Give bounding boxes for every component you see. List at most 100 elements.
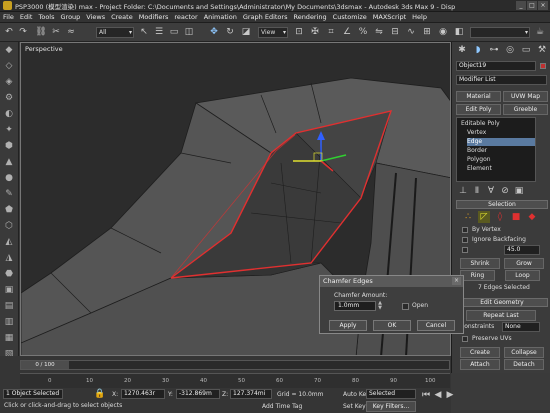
edge-mode-icon[interactable]: ◸ [478,211,490,223]
tool-icon-15[interactable]: ⬣ [3,268,15,280]
key-filters-button[interactable]: Key Filters... [366,401,416,412]
ignore-backfacing-checkbox[interactable] [462,237,468,243]
link-icon[interactable]: ⛓ [35,26,47,38]
menu-modifiers[interactable]: Modifiers [139,13,169,21]
repeat-last-button[interactable]: Repeat Last [466,310,536,321]
tool-icon-10[interactable]: ✎ [3,188,15,200]
render-setup-icon[interactable]: ◧ [453,26,465,38]
menu-graph-editors[interactable]: Graph Editors [243,13,288,21]
align-icon[interactable]: ⊟ [389,26,401,38]
menu-animation[interactable]: Animation [204,13,237,21]
modifier-stack[interactable]: Editable Poly Vertex Edge Border Polygon… [456,117,536,182]
tool-icon-1[interactable]: ◆ [3,44,15,56]
selection-filter-dropdown[interactable]: All [96,27,134,38]
stack-item-polygon[interactable]: Polygon [467,156,535,164]
ring-button[interactable]: Ring [460,270,495,281]
reference-coordinate-dropdown[interactable]: View [258,27,288,38]
create-tab-icon[interactable]: ✱ [456,44,468,56]
menu-tools[interactable]: Tools [38,13,54,21]
configure-modifier-sets-icon[interactable]: ▣ [513,185,525,197]
display-tab-icon[interactable]: ▭ [520,44,532,56]
element-mode-icon[interactable]: ◆ [526,211,538,223]
material-editor-icon[interactable]: ◉ [437,26,449,38]
tool-icon-5[interactable]: ◐ [3,108,15,120]
object-name-field[interactable]: Object19 [456,61,536,71]
polygon-mode-icon[interactable]: ■ [510,211,522,223]
go-to-start-icon[interactable]: ⏮ [420,389,432,401]
time-slider-thumb[interactable]: 0 / 100 [21,361,69,369]
stack-item-edge[interactable]: Edge [467,138,535,146]
show-end-result-icon[interactable]: Ⅱ [471,185,483,197]
by-angle-checkbox[interactable] [462,247,468,253]
tool-icon-2[interactable]: ◇ [3,60,15,72]
modifier-list-dropdown[interactable]: Modifier List [456,75,547,85]
tool-icon-13[interactable]: ◭ [3,236,15,248]
pin-stack-icon[interactable]: ⊥ [457,185,469,197]
menu-views[interactable]: Views [86,13,105,21]
curve-editor-icon[interactable]: ∿ [405,26,417,38]
open-checkbox[interactable] [402,303,409,310]
dialog-close-button[interactable]: × [452,277,461,285]
menu-customize[interactable]: Customize [333,13,367,21]
constraints-dropdown[interactable]: None [502,322,540,332]
menu-group[interactable]: Group [61,13,81,21]
lock-selection-icon[interactable]: 🔒 [94,388,106,400]
loop-button[interactable]: Loop [505,270,540,281]
tool-icon-6[interactable]: ✦ [3,124,15,136]
window-crossing-icon[interactable]: ◫ [183,26,195,38]
tool-icon-7[interactable]: ⬢ [3,140,15,152]
menu-help[interactable]: Help [412,13,427,21]
remove-modifier-icon[interactable]: ⊘ [499,185,511,197]
uvw-map-button[interactable]: UVW Map [503,91,548,102]
select-object-icon[interactable]: ↖ [138,26,150,38]
create-button[interactable]: Create [460,347,500,358]
quick-render-icon[interactable]: ☕ [534,26,546,38]
hierarchy-tab-icon[interactable]: ⊶ [488,44,500,56]
utilities-tab-icon[interactable]: ⚒ [536,44,548,56]
edit-poly-button[interactable]: Edit Poly [456,104,501,115]
tool-icon-17[interactable]: ▤ [3,300,15,312]
previous-frame-icon[interactable]: ◀ [432,389,444,401]
vertex-mode-icon[interactable]: ∴ [462,211,474,223]
shrink-button[interactable]: Shrink [460,258,500,269]
tool-icon-4[interactable]: ⚙ [3,92,15,104]
tool-icon-16[interactable]: ▣ [3,284,15,296]
selection-rollout-header[interactable]: Selection [456,200,548,209]
object-color-swatch[interactable] [540,63,546,69]
snaps-toggle-icon[interactable]: ⌗ [325,26,337,38]
rotate-icon[interactable]: ↻ [224,26,236,38]
bind-spacewarp-icon[interactable]: ≈ [65,26,77,38]
selection-region-icon[interactable]: ▭ [168,26,180,38]
grow-button[interactable]: Grow [504,258,544,269]
menu-maxscript[interactable]: MAXScript [373,13,406,21]
preserve-uvs-checkbox[interactable] [462,336,468,342]
menu-rendering[interactable]: Rendering [293,13,326,21]
by-vertex-checkbox[interactable] [462,227,468,233]
apply-button[interactable]: Apply [329,320,367,331]
scale-icon[interactable]: ◪ [240,26,252,38]
border-mode-icon[interactable]: ◊ [494,211,506,223]
percent-snap-icon[interactable]: % [357,26,369,38]
viewport-label[interactable]: Perspective [25,45,63,53]
z-coord-field[interactable]: 127.374mi [230,389,272,399]
tool-icon-14[interactable]: ◮ [3,252,15,264]
tool-icon-19[interactable]: ▦ [3,332,15,344]
cancel-button[interactable]: Cancel [417,320,455,331]
tool-icon-12[interactable]: ⬡ [3,220,15,232]
play-icon[interactable]: ▶ [444,389,456,401]
collapse-button[interactable]: Collapse [504,347,544,358]
auto-key-selected-dropdown[interactable]: Selected [366,389,416,399]
add-time-tag[interactable]: Add Time Tag [262,403,302,410]
stack-item-vertex[interactable]: Vertex [467,129,535,137]
tool-icon-18[interactable]: ▥ [3,316,15,328]
ok-button[interactable]: OK [373,320,411,331]
select-manipulate-icon[interactable]: ✠ [309,26,321,38]
tool-icon-3[interactable]: ◈ [3,76,15,88]
stack-item-element[interactable]: Element [467,165,535,173]
pivot-center-icon[interactable]: ⊡ [293,26,305,38]
undo-icon[interactable]: ↶ [3,26,15,38]
time-slider[interactable]: 0 / 100 [20,360,450,370]
move-icon[interactable]: ✥ [208,26,220,38]
tool-icon-9[interactable]: ● [3,172,15,184]
material-button[interactable]: Material [456,91,501,102]
